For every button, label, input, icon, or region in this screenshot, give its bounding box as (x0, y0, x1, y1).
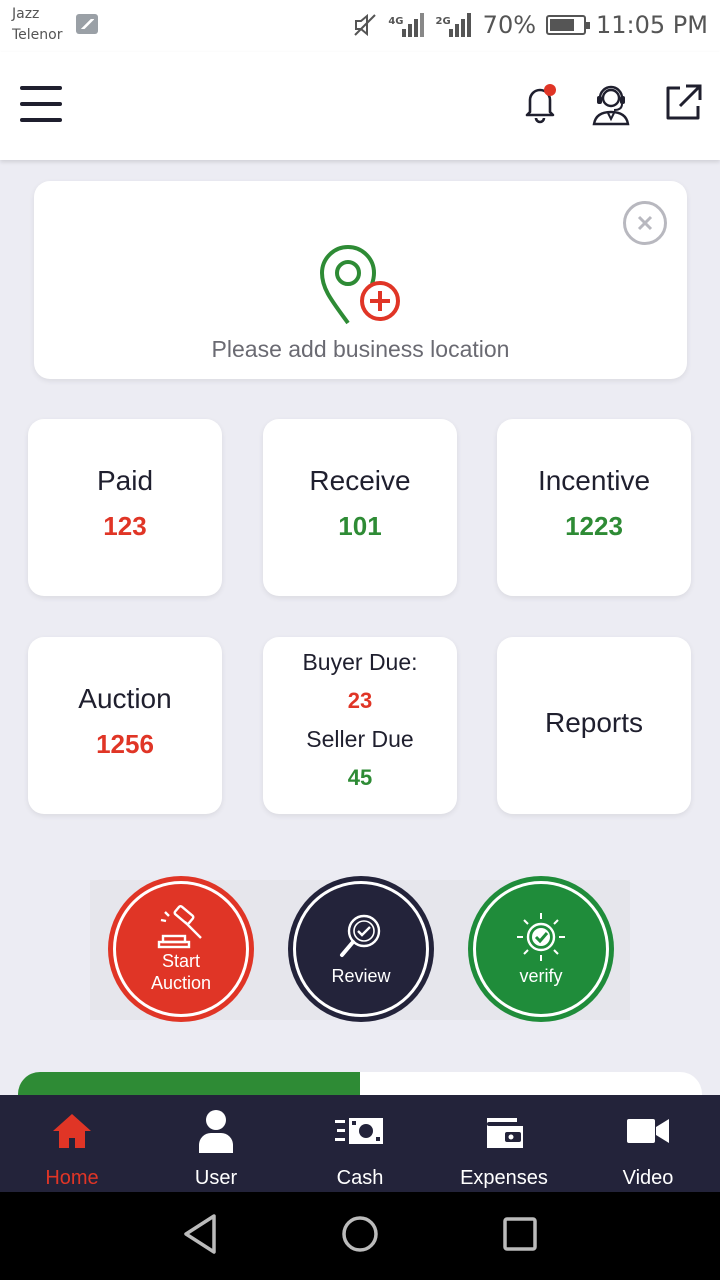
incentive-card[interactable]: Incentive 1223 (497, 419, 691, 596)
receive-value: 101 (338, 511, 382, 541)
network-type-1: 4G (388, 16, 404, 27)
customer-support-icon[interactable] (588, 80, 634, 126)
review-button[interactable]: Review (288, 876, 434, 1022)
auction-label: Auction (78, 683, 172, 714)
nav-video[interactable]: Video (576, 1095, 720, 1192)
nav-home-label: Home (45, 1167, 99, 1189)
business-location-card[interactable]: Please add business location (34, 181, 687, 379)
recents-icon[interactable] (500, 1212, 540, 1256)
bell-icon[interactable] (520, 82, 560, 126)
auction-card[interactable]: Auction 1256 (28, 637, 222, 814)
buyer-due-label: Buyer Due: (302, 649, 418, 675)
nav-video-label: Video (622, 1167, 674, 1189)
seller-due-label: Seller Due (306, 726, 414, 752)
cash-icon (335, 1118, 383, 1144)
buyer-due-value: 23 (347, 688, 373, 713)
paid-value: 123 (103, 511, 147, 541)
incentive-label: Incentive (537, 465, 651, 496)
bottom-navigation: Home User Cash Expenses Video (0, 1095, 720, 1192)
gavel-icon (157, 905, 202, 949)
image-notification-icon (76, 14, 98, 34)
dues-card[interactable]: Buyer Due: 23 Seller Due 45 (263, 637, 457, 814)
reports-card[interactable]: Reports (497, 637, 691, 814)
start-auction-label: Start Auction (150, 951, 212, 993)
verify-label: verify (519, 966, 563, 986)
nav-user[interactable]: User (144, 1095, 288, 1192)
signal-icon-2: 2G (436, 13, 473, 37)
carrier-name-2: Telenor (12, 27, 63, 43)
receive-label: Receive (309, 465, 411, 496)
external-link-icon[interactable] (662, 82, 704, 124)
carrier-name-1: Jazz (12, 6, 40, 22)
user-icon (199, 1110, 233, 1153)
add-location-icon[interactable] (318, 243, 404, 327)
verify-button[interactable]: verify (468, 876, 614, 1022)
home-icon (53, 1114, 91, 1148)
network-type-2: 2G (435, 16, 451, 27)
home-circle-icon[interactable] (340, 1212, 380, 1256)
paid-card[interactable]: Paid 123 (28, 419, 222, 596)
auction-value: 1256 (96, 729, 154, 759)
clock: 11:05 PM (596, 11, 708, 39)
search-check-icon (340, 914, 381, 957)
app-bar (0, 52, 720, 160)
receive-card[interactable]: Receive 101 (263, 419, 457, 596)
system-navigation-bar (0, 1192, 720, 1280)
hamburger-icon[interactable] (20, 86, 62, 122)
location-message: Please add business location (211, 336, 510, 362)
battery-icon (546, 15, 591, 35)
back-icon[interactable] (180, 1212, 220, 1256)
video-camera-icon (627, 1119, 669, 1143)
wallet-icon (487, 1118, 523, 1148)
nav-home[interactable]: Home (0, 1095, 144, 1192)
battery-percent: 70% (482, 11, 537, 39)
nav-expenses[interactable]: Expenses (432, 1095, 576, 1192)
status-bar: Jazz Telenor 4G 2G 70% 11:05 PM (0, 0, 720, 52)
reports-label: Reports (544, 707, 644, 738)
start-auction-button[interactable]: Start Auction (108, 876, 254, 1022)
close-icon[interactable] (623, 201, 667, 245)
paid-label: Paid (96, 465, 154, 496)
status-indicators: 4G 2G 70% 11:05 PM (352, 8, 708, 42)
verified-badge-icon (517, 913, 565, 961)
nav-user-label: User (194, 1167, 238, 1189)
mute-icon (354, 13, 377, 37)
seller-due-value: 45 (347, 765, 373, 790)
signal-icon-1: 4G (388, 13, 425, 37)
nav-cash[interactable]: Cash (288, 1095, 432, 1192)
review-label: Review (331, 966, 391, 986)
nav-cash-label: Cash (336, 1167, 384, 1189)
nav-expenses-label: Expenses (460, 1167, 548, 1189)
incentive-value: 1223 (565, 511, 623, 541)
carrier-info: Jazz Telenor (12, 4, 62, 46)
